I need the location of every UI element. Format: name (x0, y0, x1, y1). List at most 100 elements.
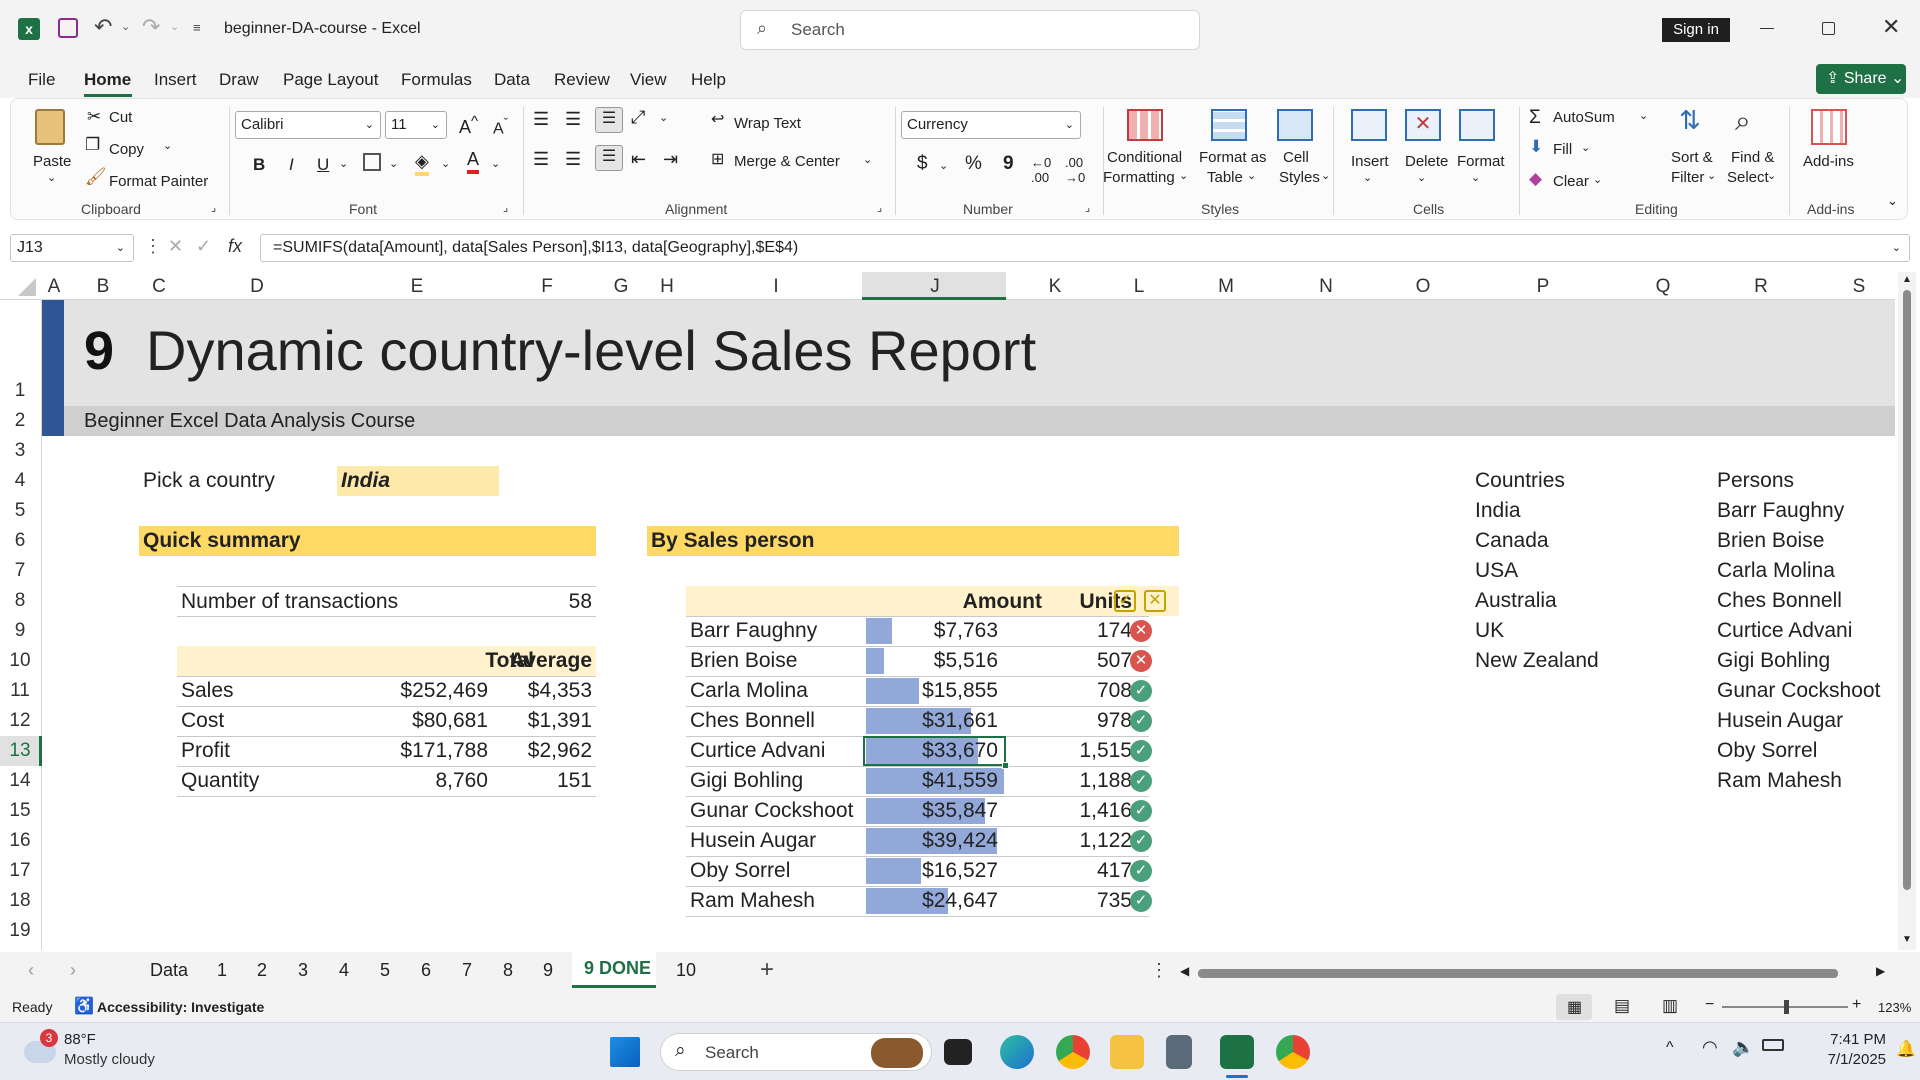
insert-cells-icon[interactable] (1351, 109, 1387, 141)
excel-taskbar-icon[interactable] (1220, 1035, 1254, 1069)
menu-file[interactable]: File (28, 70, 55, 90)
vertical-scroll-thumb[interactable] (1903, 290, 1911, 890)
clear-dropdown-icon[interactable]: ⌄ (1593, 173, 1602, 186)
person-name[interactable]: Ram Mahesh (690, 886, 815, 916)
horizontal-scrollbar[interactable]: ◀ ▶ (1180, 964, 1890, 980)
restore-icon[interactable] (1822, 22, 1835, 35)
delete-cells-icon[interactable]: ✕ (1405, 109, 1441, 141)
file-explorer-icon[interactable] (1110, 1035, 1144, 1069)
orientation-icon[interactable]: ⤢ (631, 107, 645, 128)
column-header[interactable]: N (1278, 276, 1374, 298)
format-painter-button[interactable]: Format Painter (109, 173, 208, 190)
orientation-dropdown-icon[interactable]: ⌄ (659, 111, 668, 124)
person-amount[interactable]: $41,559 (878, 766, 998, 796)
column-header[interactable]: O (1374, 276, 1472, 298)
borders-dropdown-icon[interactable]: ⌄ (389, 157, 398, 170)
accessibility-status[interactable]: Accessibility: Investigate (97, 999, 264, 1015)
sheet-tab[interactable]: 5 (380, 960, 390, 981)
menu-draw[interactable]: Draw (219, 70, 259, 90)
person-units[interactable]: 1,188 (1042, 766, 1132, 796)
vertical-scrollbar[interactable]: ▲ ▼ (1898, 272, 1916, 950)
save-icon[interactable] (58, 18, 78, 38)
delete-dropdown-icon[interactable]: ⌄ (1417, 171, 1426, 184)
sheet-tab[interactable]: 4 (339, 960, 349, 981)
country-list-item[interactable]: Canada (1475, 526, 1549, 556)
insert-dropdown-icon[interactable]: ⌄ (1363, 171, 1372, 184)
accessibility-icon[interactable]: ♿ (74, 996, 94, 1016)
row-header[interactable]: 11 (0, 680, 40, 702)
column-header[interactable]: M (1174, 276, 1278, 298)
format-as-table-icon[interactable] (1211, 109, 1247, 141)
person-units[interactable]: 507 (1042, 646, 1132, 676)
name-box[interactable]: J13 ⌄ (10, 234, 134, 262)
row-header[interactable]: 4 (0, 470, 40, 492)
notifications-icon[interactable]: 🔔 (1896, 1039, 1916, 1059)
checkbox-cross-icon[interactable]: ✕ (1144, 590, 1166, 612)
align-bottom-icon[interactable]: ☰ (595, 107, 623, 133)
zoom-slider[interactable] (1722, 1000, 1848, 1014)
comma-button[interactable]: 9 (1003, 153, 1014, 175)
copy-button[interactable]: Copy (109, 141, 144, 158)
increase-indent-icon[interactable]: ⇥ (663, 149, 678, 170)
align-right-icon[interactable]: ☰ (595, 145, 623, 171)
merge-center-icon[interactable]: ⊞ (711, 149, 724, 169)
confirm-formula-icon[interactable]: ✓ (196, 236, 211, 257)
sort-filter-label-2[interactable]: Filter (1671, 169, 1704, 186)
alignment-launcher-icon[interactable]: ⌟ (877, 201, 882, 214)
italic-button[interactable]: I (289, 155, 294, 175)
menu-home[interactable]: Home (84, 70, 131, 90)
redo-dropdown-icon[interactable]: ⌄ (170, 20, 179, 33)
sort-filter-label[interactable]: Sort & (1671, 149, 1713, 166)
scroll-left-icon[interactable]: ◀ (1180, 964, 1189, 978)
format-as-table-label[interactable]: Format as (1199, 149, 1267, 166)
row-header[interactable]: 9 (0, 620, 40, 642)
format-cells-button[interactable]: Format (1457, 153, 1505, 170)
row-header[interactable]: 13 (0, 740, 40, 762)
scroll-down-icon[interactable]: ▼ (1902, 934, 1912, 945)
person-name[interactable]: Gunar Cockshoot (690, 796, 853, 826)
redo-icon[interactable]: ↷ (142, 14, 160, 40)
fill-color-dropdown-icon[interactable]: ⌄ (441, 157, 450, 170)
cell-styles-dropdown-icon[interactable]: ⌄ (1321, 169, 1330, 182)
page-layout-view-icon[interactable]: ▤ (1614, 996, 1630, 1016)
menu-formulas[interactable]: Formulas (401, 70, 472, 90)
sheet-tab[interactable]: 6 (421, 960, 431, 981)
underline-button[interactable]: U (317, 155, 329, 175)
fill-color-icon[interactable]: ◈ (415, 151, 429, 176)
excel-icon[interactable]: x (18, 18, 40, 40)
column-header[interactable]: Q (1614, 276, 1712, 298)
font-color-dropdown-icon[interactable]: ⌄ (491, 157, 500, 170)
row-header[interactable]: 12 (0, 710, 40, 732)
cut-icon[interactable]: ✂ (87, 107, 101, 127)
menu-help[interactable]: Help (691, 70, 726, 90)
clear-button[interactable]: Clear (1553, 173, 1589, 190)
sign-in-button[interactable]: Sign in (1662, 18, 1730, 42)
normal-view-button[interactable]: ▦ (1556, 994, 1592, 1020)
cut-button[interactable]: Cut (109, 109, 132, 126)
worksheet[interactable]: 9 Dynamic country-level Sales Report Beg… (42, 300, 1895, 950)
fill-button[interactable]: Fill (1553, 141, 1572, 158)
row-header[interactable]: 19 (0, 920, 40, 942)
column-header[interactable]: H (646, 276, 688, 298)
person-units[interactable]: 978 (1042, 706, 1132, 736)
format-as-table-dropdown-icon[interactable]: ⌄ (1247, 169, 1256, 182)
close-icon[interactable]: ✕ (1882, 14, 1900, 40)
font-family-select[interactable]: Calibri ⌄ (235, 111, 381, 139)
chrome-icon-2[interactable] (1276, 1035, 1310, 1069)
row-header[interactable]: 7 (0, 560, 40, 582)
percent-button[interactable]: % (965, 153, 982, 175)
person-amount[interactable]: $15,855 (878, 676, 998, 706)
decrease-decimal-icon[interactable]: .00 →0 (1065, 155, 1085, 185)
fill-dropdown-icon[interactable]: ⌄ (1581, 141, 1590, 154)
person-list-item[interactable]: Ches Bonnell (1717, 586, 1842, 616)
merge-center-button[interactable]: Merge & Center (734, 153, 840, 170)
person-amount[interactable]: $5,516 (878, 646, 998, 676)
borders-icon[interactable] (363, 153, 381, 171)
next-sheet-icon[interactable]: › (70, 960, 76, 981)
insert-cells-button[interactable]: Insert (1351, 153, 1389, 170)
decrease-indent-icon[interactable]: ⇤ (631, 149, 646, 170)
format-as-table-label-2[interactable]: Table (1207, 169, 1243, 186)
country-picker-value[interactable]: India (341, 466, 390, 496)
cell-styles-label[interactable]: Cell (1283, 149, 1309, 166)
checkbox-checked-icon[interactable]: ✓ (1114, 590, 1136, 612)
